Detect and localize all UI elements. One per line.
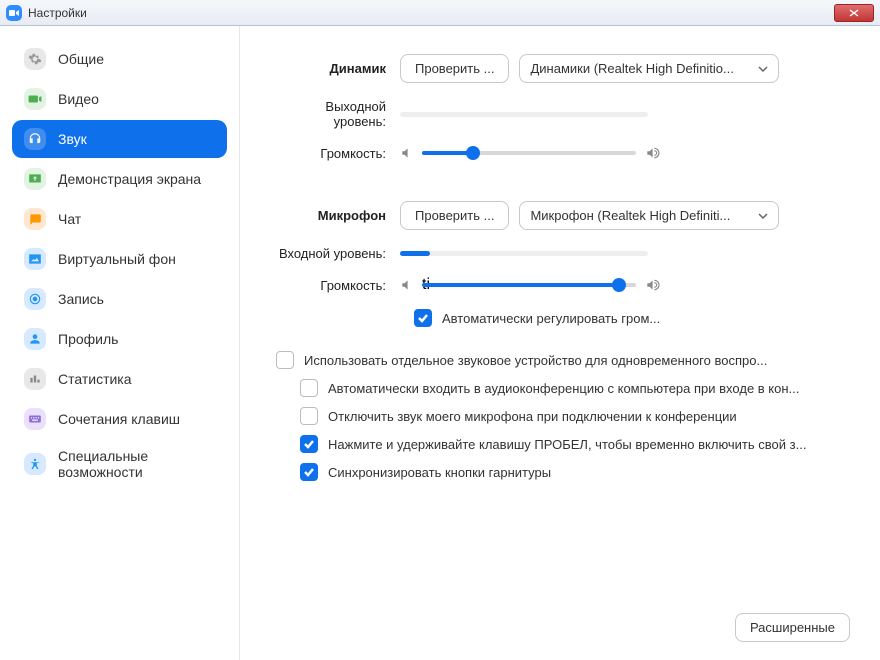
- separate-device-checkbox[interactable]: [276, 351, 294, 369]
- chat-icon: [24, 208, 46, 230]
- sidebar-item-label: Демонстрация экрана: [58, 171, 201, 187]
- keyboard-icon: [24, 408, 46, 430]
- sidebar-item-accessibility[interactable]: Специальные возможности: [12, 440, 227, 488]
- speaker-device-text: Динамики (Realtek High Definitio...: [530, 61, 733, 76]
- volume-low-icon: [400, 146, 414, 160]
- titlebar: Настройки: [0, 0, 880, 26]
- sync-headset-label: Синхронизировать кнопки гарнитуры: [328, 465, 551, 480]
- sidebar: Общие Видео Звук Демонстрация экрана Чат…: [0, 26, 240, 660]
- stats-icon: [24, 368, 46, 390]
- auto-join-label: Автоматически входить в аудиоконференцию…: [328, 381, 799, 396]
- advanced-button[interactable]: Расширенные: [735, 613, 850, 642]
- sidebar-item-general[interactable]: Общие: [12, 40, 227, 78]
- app-icon: [6, 5, 22, 21]
- speaker-output-level: [400, 112, 648, 117]
- sidebar-item-label: Запись: [58, 291, 104, 307]
- sidebar-item-share-screen[interactable]: Демонстрация экрана: [12, 160, 227, 198]
- chevron-down-icon: [758, 213, 768, 219]
- sidebar-item-label: Профиль: [58, 331, 118, 347]
- sidebar-item-label: Общие: [58, 51, 104, 67]
- sidebar-item-label: Чат: [58, 211, 81, 227]
- headphones-icon: [24, 128, 46, 150]
- accessibility-icon: [24, 453, 46, 475]
- sidebar-item-label: Виртуальный фон: [58, 251, 176, 267]
- sidebar-item-label: Специальные возможности: [58, 448, 215, 480]
- sidebar-item-label: Сочетания клавиш: [58, 411, 180, 427]
- main-panel: Динамик Проверить ... Динамики (Realtek …: [240, 26, 880, 660]
- mute-on-join-checkbox[interactable]: [300, 407, 318, 425]
- speaker-heading: Динамик: [270, 61, 400, 76]
- video-icon: [24, 88, 46, 110]
- sidebar-item-chat[interactable]: Чат: [12, 200, 227, 238]
- record-icon: [24, 288, 46, 310]
- profile-icon: [24, 328, 46, 350]
- speaker-volume-label: Громкость:: [270, 146, 400, 161]
- speaker-device-select[interactable]: Динамики (Realtek High Definitio...: [519, 54, 779, 83]
- mic-volume-label: Громкость:: [270, 278, 400, 293]
- mic-input-level: [400, 251, 648, 256]
- sidebar-item-shortcuts[interactable]: Сочетания клавиш: [12, 400, 227, 438]
- push-to-talk-checkbox[interactable]: [300, 435, 318, 453]
- sidebar-item-profile[interactable]: Профиль: [12, 320, 227, 358]
- auto-adjust-label: Автоматически регулировать гром...: [442, 311, 660, 326]
- volume-low-icon: [400, 278, 414, 292]
- volume-high-icon: [644, 278, 660, 292]
- mic-volume-slider[interactable]: ti: [422, 277, 636, 293]
- input-level-label: Входной уровень:: [270, 246, 400, 261]
- test-speaker-button[interactable]: Проверить ...: [400, 54, 509, 83]
- separate-device-label: Использовать отдельное звуковое устройст…: [304, 353, 767, 368]
- sidebar-item-label: Статистика: [58, 371, 132, 387]
- mic-device-select[interactable]: Микрофон (Realtek High Definiti...: [519, 201, 779, 230]
- sidebar-item-recording[interactable]: Запись: [12, 280, 227, 318]
- image-icon: [24, 248, 46, 270]
- close-button[interactable]: [834, 4, 874, 22]
- sidebar-item-video[interactable]: Видео: [12, 80, 227, 118]
- push-to-talk-label: Нажмите и удерживайте клавишу ПРОБЕЛ, чт…: [328, 437, 806, 452]
- chevron-down-icon: [758, 66, 768, 72]
- mic-heading: Микрофон: [270, 208, 400, 223]
- speaker-volume-slider[interactable]: [422, 145, 636, 161]
- sidebar-item-audio[interactable]: Звук: [12, 120, 227, 158]
- mic-device-text: Микрофон (Realtek High Definiti...: [530, 208, 730, 223]
- sidebar-item-label: Звук: [58, 131, 87, 147]
- output-level-label: Выходной уровень:: [270, 99, 400, 129]
- sync-headset-checkbox[interactable]: [300, 463, 318, 481]
- auto-adjust-checkbox[interactable]: [414, 309, 432, 327]
- share-screen-icon: [24, 168, 46, 190]
- mute-on-join-label: Отключить звук моего микрофона при подкл…: [328, 409, 737, 424]
- gear-icon: [24, 48, 46, 70]
- test-mic-button[interactable]: Проверить ...: [400, 201, 509, 230]
- sidebar-item-statistics[interactable]: Статистика: [12, 360, 227, 398]
- sidebar-item-virtual-bg[interactable]: Виртуальный фон: [12, 240, 227, 278]
- window-title: Настройки: [28, 6, 87, 20]
- auto-join-checkbox[interactable]: [300, 379, 318, 397]
- volume-high-icon: [644, 146, 660, 160]
- sidebar-item-label: Видео: [58, 91, 99, 107]
